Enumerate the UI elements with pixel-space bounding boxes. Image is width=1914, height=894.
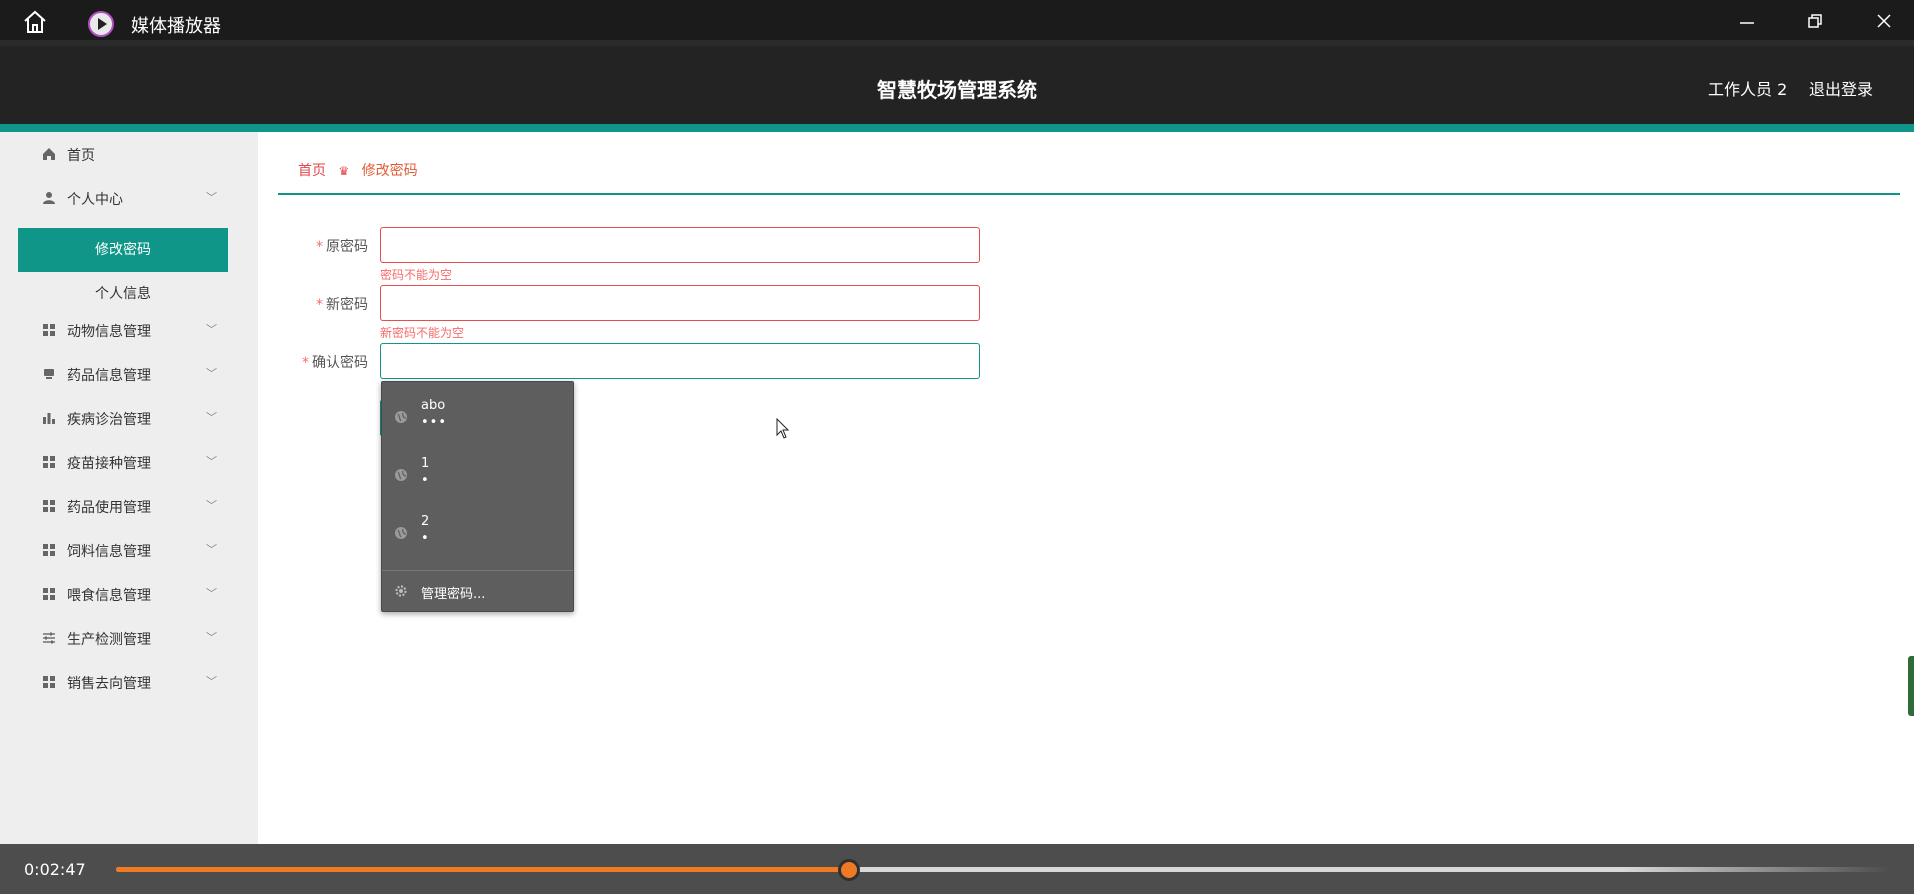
sidebar-item-production-inspection[interactable]: 生产检测管理 ﹀	[18, 616, 228, 660]
new-password-error: 新密码不能为空	[380, 326, 465, 340]
close-icon[interactable]	[1875, 12, 1893, 30]
header-accent-strip	[0, 124, 1914, 132]
globe-icon	[395, 527, 407, 539]
sidebar-item-label: 饲料信息管理	[67, 544, 151, 560]
chevron-down-icon: ﹀	[206, 543, 217, 556]
sidebar-item-label: 疾病诊治管理	[67, 412, 151, 428]
chevron-down-icon: ﹀	[206, 587, 217, 600]
app-header: 智慧牧场管理系统 工作人员 2 退出登录	[0, 40, 1914, 124]
saved-username: 2	[421, 514, 430, 529]
saved-password-mask: •••	[421, 415, 448, 430]
bar-chart-icon	[43, 413, 55, 424]
current-user-label: 工作人员 2	[1708, 80, 1788, 99]
box-icon	[44, 369, 54, 379]
media-player-titlebar: 媒体播放器	[0, 0, 1914, 40]
saved-password-mask: •	[421, 531, 430, 546]
mouse-cursor-icon	[776, 418, 790, 439]
saved-credential-item[interactable]: abo •••	[382, 382, 573, 438]
sidebar-item-label: 个人中心	[67, 192, 123, 208]
required-marker: *	[316, 239, 323, 255]
grid-icon	[43, 324, 55, 336]
sidebar-item-label: 药品使用管理	[67, 500, 151, 516]
side-scroll-tab[interactable]	[1908, 656, 1914, 716]
breadcrumb-current: 修改密码	[361, 163, 418, 179]
grid-icon	[43, 544, 55, 556]
saved-username: 1	[421, 456, 430, 471]
grid-icon	[43, 500, 55, 512]
sidebar-item-animal-info[interactable]: 动物信息管理 ﹀	[18, 308, 228, 352]
old-password-input[interactable]	[380, 227, 980, 263]
sidebar-item-vaccination[interactable]: 疫苗接种管理 ﹀	[18, 440, 228, 484]
globe-icon	[395, 411, 407, 423]
chevron-down-icon: ﹀	[206, 191, 217, 204]
sidebar-item-label: 喂食信息管理	[67, 588, 151, 604]
saved-username: abo	[421, 398, 446, 413]
saved-credential-item[interactable]: 2 •	[382, 498, 573, 554]
media-player-app-icon	[88, 11, 114, 37]
sidebar-item-disease-treatment[interactable]: 疾病诊治管理 ﹀	[18, 396, 228, 440]
seek-bar-progress	[116, 867, 849, 872]
chevron-down-icon: ﹀	[206, 411, 217, 424]
required-marker: *	[302, 355, 309, 371]
breadcrumb: 首页 ♛ 修改密码	[298, 160, 418, 180]
globe-icon	[395, 469, 407, 481]
chevron-down-icon: ﹀	[206, 499, 217, 512]
breadcrumb-home-link[interactable]: 首页	[298, 163, 326, 179]
app-title: 媒体播放器	[131, 16, 221, 37]
chevron-down-icon: ﹀	[206, 367, 217, 380]
sidebar-item-personal-center[interactable]: 个人中心 ﹀	[18, 176, 228, 220]
sidebar-item-label: 销售去向管理	[67, 676, 151, 692]
seek-handle[interactable]	[837, 859, 860, 881]
sidebar-item-label: 疫苗接种管理	[67, 456, 151, 472]
user-icon	[43, 192, 55, 204]
breadcrumb-separator-icon: ♛	[338, 164, 350, 178]
gear-icon	[395, 585, 407, 597]
breadcrumb-divider	[278, 193, 1900, 195]
new-password-input[interactable]	[380, 285, 980, 321]
sidebar-item-medicine-usage[interactable]: 药品使用管理 ﹀	[18, 484, 228, 528]
grid-icon	[43, 456, 55, 468]
sidebar-subitem-change-password[interactable]: 修改密码	[18, 228, 228, 272]
saved-password-mask: •	[421, 473, 430, 488]
required-marker: *	[316, 297, 323, 313]
sidebar-item-sales-destination[interactable]: 销售去向管理 ﹀	[18, 660, 228, 704]
sidebar-item-medicine-info[interactable]: 药品信息管理 ﹀	[18, 352, 228, 396]
logout-link[interactable]: 退出登录	[1809, 76, 1873, 100]
sidebar-item-feed-info[interactable]: 饲料信息管理 ﹀	[18, 528, 228, 572]
sidebar-item-feeding-info[interactable]: 喂食信息管理 ﹀	[18, 572, 228, 616]
chevron-down-icon: ﹀	[206, 455, 217, 468]
home-icon[interactable]	[22, 10, 48, 34]
sidebar-item-label: 药品信息管理	[67, 368, 151, 384]
home-icon	[43, 148, 55, 160]
restore-icon[interactable]	[1806, 12, 1824, 30]
chevron-down-icon: ﹀	[206, 323, 217, 336]
saved-credential-item[interactable]: 1 •	[382, 440, 573, 496]
chevron-down-icon: ﹀	[206, 631, 217, 644]
system-title: 智慧牧场管理系统	[877, 78, 1037, 102]
manage-passwords-label: 管理密码...	[421, 587, 486, 602]
new-password-label: * 新密码	[316, 297, 368, 313]
sidebar: 首页 个人中心 ﹀ 修改密码 个人信息 动物信息管理 ﹀ 药品信息管理 ﹀ 疾病…	[0, 132, 258, 844]
grid-icon	[43, 588, 55, 600]
playback-time: 0:02:47	[24, 860, 86, 879]
grid-icon	[43, 676, 55, 688]
sliders-icon	[43, 632, 55, 644]
chevron-down-icon: ﹀	[206, 675, 217, 688]
confirm-password-input[interactable]	[380, 343, 980, 379]
sidebar-item-label: 生产检测管理	[67, 632, 151, 648]
password-autofill-popup: abo ••• 1 • 2 • 管理密码...	[381, 381, 574, 612]
old-password-error: 密码不能为空	[380, 268, 453, 282]
sidebar-item-home[interactable]: 首页	[18, 132, 228, 176]
media-player-controls: 0:02:47	[0, 844, 1914, 894]
popup-divider	[382, 570, 573, 571]
sidebar-item-label: 动物信息管理	[67, 324, 151, 340]
confirm-password-label: * 确认密码	[302, 355, 368, 371]
old-password-label: * 原密码	[316, 239, 368, 255]
minimize-icon[interactable]	[1738, 12, 1756, 30]
manage-passwords-item[interactable]: 管理密码...	[382, 572, 573, 610]
sidebar-item-label: 首页	[67, 148, 95, 164]
